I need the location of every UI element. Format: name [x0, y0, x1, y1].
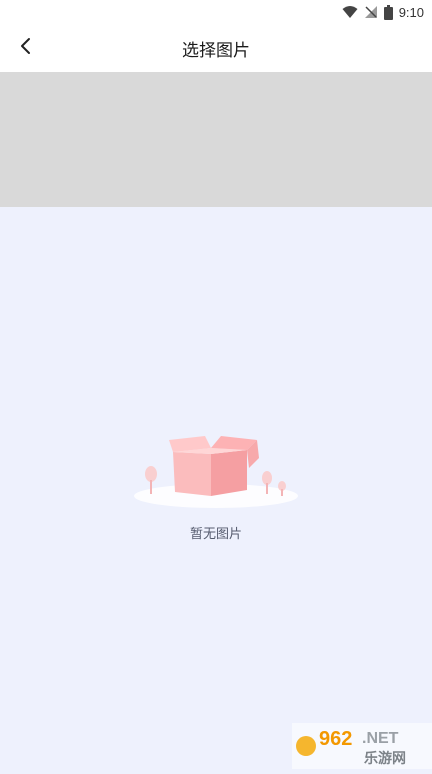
empty-state-text: 暂无图片: [189, 526, 242, 541]
svg-text:乐游网: 乐游网: [364, 750, 406, 767]
svg-text:962: 962: [319, 728, 352, 750]
header: 选择图片: [0, 24, 432, 72]
no-signal-icon: [364, 5, 378, 19]
status-time: 9:10: [398, 4, 424, 20]
page-title: 选择图片: [182, 40, 250, 60]
svg-text:.NET: .NET: [362, 730, 399, 747]
chevron-left-icon: [20, 37, 32, 60]
status-bar: 9:10: [0, 0, 432, 24]
back-button[interactable]: [12, 24, 40, 72]
wifi-icon: [342, 5, 358, 19]
battery-icon: [383, 4, 393, 20]
empty-state: 暂无图片: [0, 430, 432, 542]
image-preview-area: [0, 72, 432, 207]
empty-box-illustration-icon: [131, 430, 301, 515]
watermark-logo: 962 .NET 乐游网: [292, 723, 432, 769]
